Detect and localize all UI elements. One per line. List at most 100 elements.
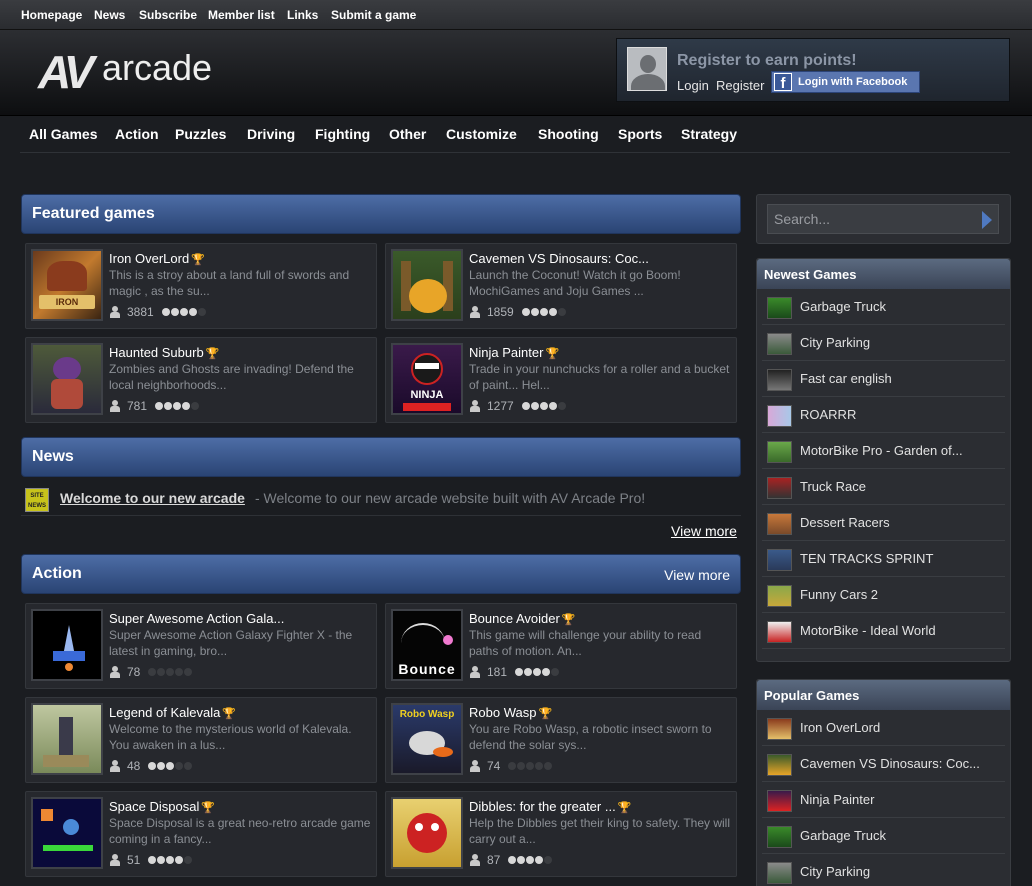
login-link[interactable]: Login <box>677 78 709 93</box>
list-item-label[interactable]: Garbage Truck <box>800 299 886 314</box>
game-thumbnail[interactable] <box>767 513 792 535</box>
facebook-login-button[interactable]: f Login with Facebook <box>771 71 920 93</box>
game-name[interactable]: Haunted Suburb <box>109 345 204 360</box>
category-action[interactable]: Action <box>115 126 159 142</box>
category-puzzles[interactable]: Puzzles <box>175 126 226 142</box>
topnav-subscribe[interactable]: Subscribe <box>139 8 197 22</box>
list-item-label[interactable]: Ninja Painter <box>800 792 874 807</box>
game-thumbnail[interactable] <box>767 862 792 884</box>
list-item-label[interactable]: MotorBike Pro - Garden of... <box>800 443 963 458</box>
game-thumbnail[interactable]: Robo Wasp <box>391 703 463 775</box>
list-item[interactable]: Ninja Painter <box>762 782 1005 818</box>
game-thumbnail[interactable] <box>767 549 792 571</box>
list-item-label[interactable]: Garbage Truck <box>800 828 886 843</box>
register-link[interactable]: Register <box>716 78 764 93</box>
list-item-label[interactable]: Fast car english <box>800 371 892 386</box>
game-card[interactable]: Cavemen VS Dinosaurs: Coc... Launch the … <box>385 243 737 329</box>
category-driving[interactable]: Driving <box>247 126 295 142</box>
list-item[interactable]: Garbage Truck <box>762 289 1005 325</box>
search-go-arrow-icon[interactable] <box>982 211 992 229</box>
game-card[interactable]: NINJA Ninja Painter 🏆 Trade in your nunch… <box>385 337 737 423</box>
game-name[interactable]: Cavemen VS Dinosaurs: Coc... <box>469 251 649 266</box>
category-customize[interactable]: Customize <box>446 126 517 142</box>
game-card[interactable]: Super Awesome Action Gala... Super Aweso… <box>25 603 377 689</box>
category-shooting[interactable]: Shooting <box>538 126 599 142</box>
list-item-label[interactable]: Truck Race <box>800 479 866 494</box>
game-thumbnail[interactable]: IRON <box>31 249 103 321</box>
game-thumbnail[interactable] <box>31 343 103 415</box>
game-name[interactable]: Robo Wasp <box>469 705 536 720</box>
topnav-homepage[interactable]: Homepage <box>21 8 82 22</box>
list-item-label[interactable]: City Parking <box>800 864 870 879</box>
game-card[interactable]: Robo Wasp Robo Wasp 🏆 You are Robo Wasp, … <box>385 697 737 783</box>
game-name[interactable]: Bounce Avoider <box>469 611 560 626</box>
list-item[interactable]: Funny Cars 2 <box>762 577 1005 613</box>
game-name[interactable]: Dibbles: for the greater ... <box>469 799 616 814</box>
list-item-label[interactable]: MotorBike - Ideal World <box>800 623 936 638</box>
game-thumbnail[interactable] <box>767 333 792 355</box>
list-item[interactable]: Iron OverLord <box>762 710 1005 746</box>
list-item[interactable]: Fast car english <box>762 361 1005 397</box>
game-thumbnail[interactable] <box>767 441 792 463</box>
list-item-label[interactable]: City Parking <box>800 335 870 350</box>
list-item[interactable]: Cavemen VS Dinosaurs: Coc... <box>762 746 1005 782</box>
list-item-label[interactable]: TEN TRACKS SPRINT <box>800 551 933 566</box>
category-other[interactable]: Other <box>389 126 426 142</box>
topnav-member-list[interactable]: Member list <box>208 8 275 22</box>
game-name[interactable]: Ninja Painter <box>469 345 543 360</box>
game-thumbnail[interactable] <box>767 585 792 607</box>
game-thumbnail[interactable] <box>767 718 792 740</box>
site-logo[interactable]: AV arcade <box>38 45 218 98</box>
list-item[interactable]: Dessert Racers <box>762 505 1005 541</box>
game-thumbnail[interactable] <box>767 369 792 391</box>
game-thumbnail[interactable] <box>391 797 463 869</box>
list-item[interactable]: ROARRR <box>762 397 1005 433</box>
game-thumbnail[interactable] <box>767 405 792 427</box>
game-thumbnail[interactable] <box>767 754 792 776</box>
game-name[interactable]: Space Disposal <box>109 799 199 814</box>
game-thumbnail[interactable] <box>31 609 103 681</box>
list-item[interactable]: Garbage Truck <box>762 818 1005 854</box>
game-thumbnail[interactable]: Bounce <box>391 609 463 681</box>
list-item[interactable]: TEN TRACKS SPRINT <box>762 541 1005 577</box>
game-card[interactable]: Legend of Kalevala 🏆 Welcome to the myste… <box>25 697 377 783</box>
topnav-submit-game[interactable]: Submit a game <box>331 8 416 22</box>
game-thumbnail[interactable] <box>391 249 463 321</box>
list-item[interactable]: MotorBike Pro - Garden of... <box>762 433 1005 469</box>
game-card[interactable]: IRON Iron OverLord 🏆 This is a stroy abou… <box>25 243 377 329</box>
list-item-label[interactable]: Dessert Racers <box>800 515 890 530</box>
category-fighting[interactable]: Fighting <box>315 126 370 142</box>
news-item-title[interactable]: Welcome to our new arcade <box>60 490 245 506</box>
game-thumbnail[interactable] <box>767 790 792 812</box>
game-thumbnail[interactable]: NINJA <box>391 343 463 415</box>
list-item-label[interactable]: Cavemen VS Dinosaurs: Coc... <box>800 756 980 771</box>
list-item[interactable]: MotorBike - Ideal World <box>762 613 1005 649</box>
category-all-games[interactable]: All Games <box>29 126 97 142</box>
list-item-label[interactable]: Funny Cars 2 <box>800 587 878 602</box>
game-thumbnail[interactable] <box>767 826 792 848</box>
game-thumbnail[interactable] <box>767 621 792 643</box>
list-item-label[interactable]: Iron OverLord <box>800 720 880 735</box>
game-thumbnail[interactable] <box>31 797 103 869</box>
list-item[interactable]: City Parking <box>762 325 1005 361</box>
search-input[interactable] <box>774 210 970 228</box>
category-strategy[interactable]: Strategy <box>681 126 737 142</box>
game-name[interactable]: Super Awesome Action Gala... <box>109 611 284 626</box>
game-name[interactable]: Iron OverLord <box>109 251 189 266</box>
game-card[interactable]: Dibbles: for the greater ... 🏆 Help the D… <box>385 791 737 877</box>
game-name[interactable]: Legend of Kalevala <box>109 705 220 720</box>
list-item[interactable]: Truck Race <box>762 469 1005 505</box>
list-item-label[interactable]: ROARRR <box>800 407 856 422</box>
list-item[interactable]: City Parking <box>762 854 1005 886</box>
game-card[interactable]: Bounce Bounce Avoider 🏆 This game will ch… <box>385 603 737 689</box>
game-card[interactable]: Haunted Suburb 🏆 Zombies and Ghosts are i… <box>25 337 377 423</box>
topnav-links[interactable]: Links <box>287 8 318 22</box>
category-sports[interactable]: Sports <box>618 126 662 142</box>
action-view-more-link[interactable]: View more <box>664 567 730 583</box>
game-thumbnail[interactable] <box>767 297 792 319</box>
game-card[interactable]: Space Disposal 🏆 Space Disposal is a grea… <box>25 791 377 877</box>
game-thumbnail[interactable] <box>767 477 792 499</box>
news-view-more-link[interactable]: View more <box>671 523 737 539</box>
game-thumbnail[interactable] <box>31 703 103 775</box>
topnav-news[interactable]: News <box>94 8 125 22</box>
